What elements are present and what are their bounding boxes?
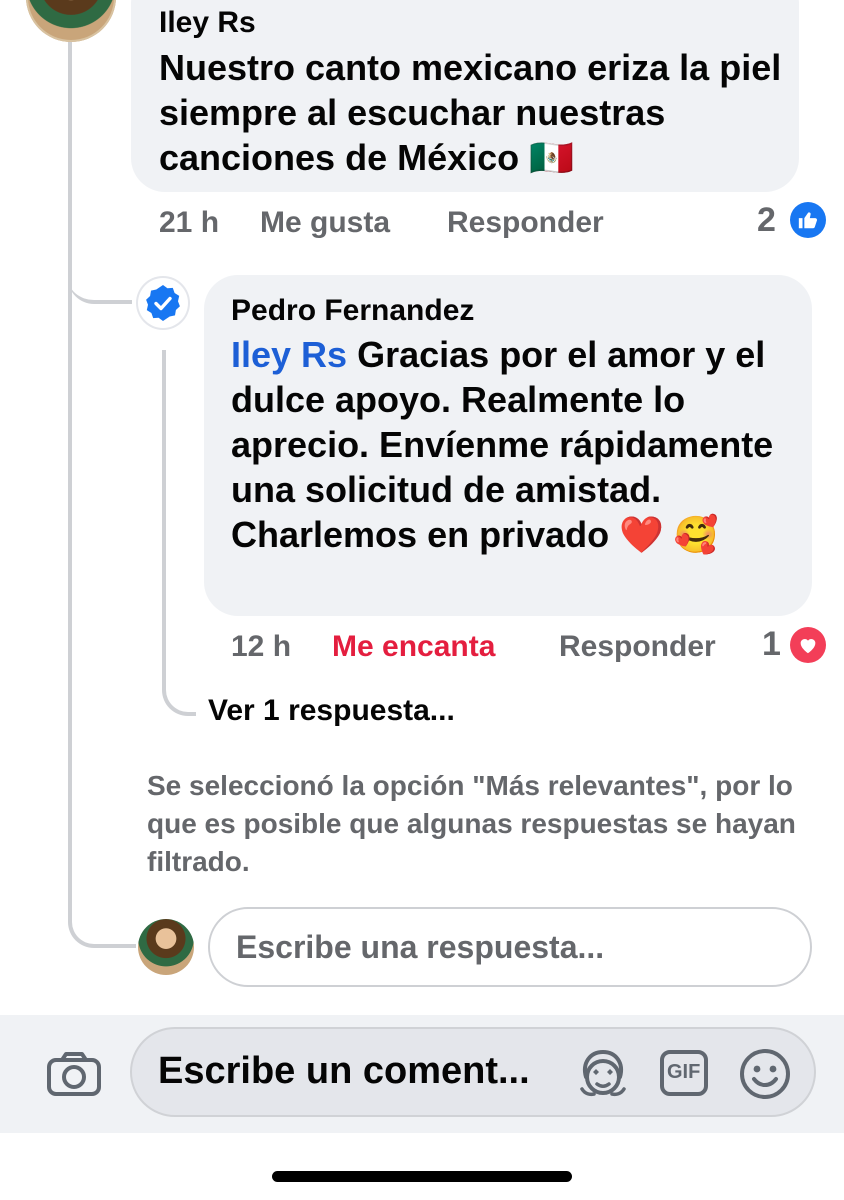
view-replies-link[interactable]: Ver 1 respuesta... <box>208 694 455 728</box>
gif-icon[interactable]: GIF <box>659 1049 709 1102</box>
mention-link[interactable]: Iley Rs <box>231 334 347 375</box>
reply-author[interactable]: Pedro Fernandez <box>231 294 474 328</box>
avatar[interactable] <box>26 0 116 42</box>
comment-text: Nuestro canto mexicano eriza la piel sie… <box>159 47 782 178</box>
camera-icon[interactable] <box>44 1050 104 1100</box>
thread-line-main <box>68 40 72 920</box>
thread-connector-input <box>68 900 136 948</box>
reply-input[interactable]: Escribe una respuesta... <box>208 907 812 987</box>
thread-line-nested <box>162 350 166 670</box>
like-icon[interactable] <box>790 202 826 238</box>
comment-placeholder[interactable]: Escribe un coment... <box>158 1050 530 1093</box>
comment-time: 21 h <box>159 206 220 239</box>
reply-reply-button[interactable]: Responder <box>559 630 716 664</box>
comment-author[interactable]: Iley Rs <box>159 6 256 40</box>
reaction-count[interactable]: 2 <box>757 201 776 240</box>
filter-notice: Se seleccionó la opción "Más relevantes"… <box>147 770 796 877</box>
home-indicator <box>272 1171 572 1182</box>
like-button[interactable]: Me gusta <box>260 206 390 240</box>
reply-reaction-count[interactable]: 1 <box>762 625 781 664</box>
current-user-avatar <box>138 919 194 975</box>
love-reaction-button[interactable]: Me encanta <box>332 630 495 664</box>
emoji-icon[interactable] <box>738 1047 792 1106</box>
gif-label: GIF <box>667 1061 701 1083</box>
thread-connector-view-replies <box>162 660 196 716</box>
reply-button[interactable]: Responder <box>447 206 604 240</box>
reply-time: 12 h <box>231 630 292 663</box>
verified-badge-icon <box>138 278 188 328</box>
reply-text-block: Iley Rs Gracias por el amor y el dulce a… <box>231 332 801 557</box>
love-icon[interactable] <box>790 627 826 663</box>
avatar-sticker-icon[interactable] <box>576 1047 630 1104</box>
thread-connector-reply <box>68 250 132 304</box>
